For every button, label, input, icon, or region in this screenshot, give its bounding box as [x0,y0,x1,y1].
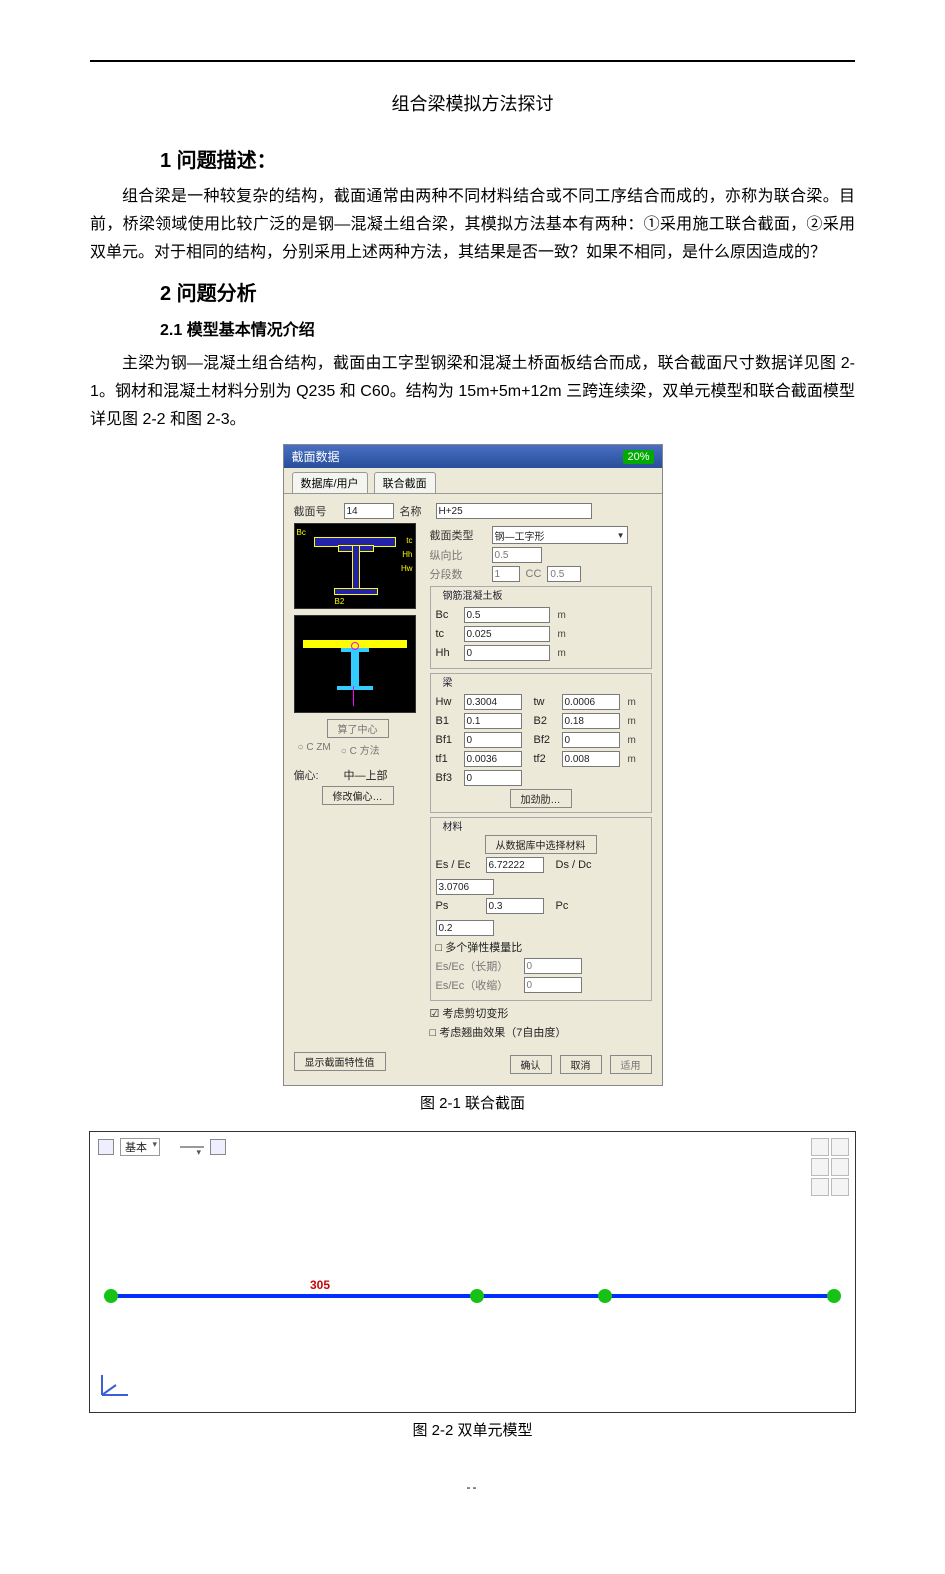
input-section-name[interactable]: H+25 [436,503,592,519]
heading-2-analysis: 2 问题分析 [160,277,945,306]
label-section-id: 截面号 [294,503,338,519]
input-Bc[interactable]: 0.5 [464,607,550,623]
view-cube-cell[interactable] [811,1158,829,1176]
support-node [470,1289,484,1303]
select-section-type-value: 钢—工字形 [495,528,545,543]
input-B2[interactable]: 0.18 [562,713,620,729]
cancel-button[interactable]: 取消 [560,1055,602,1074]
label-section-type: 截面类型 [430,527,486,543]
page-footer-mark: -- [0,1480,945,1494]
layer-dropdown[interactable]: 基本 [120,1138,160,1156]
input-Bf1[interactable]: 0 [464,732,522,748]
input-seg-a[interactable]: 1 [492,566,520,582]
input-tc[interactable]: 0.025 [464,626,550,642]
label-offset: 偏心: [294,767,338,783]
offset-value: 中—上部 [344,767,388,783]
dialog-title-text: 截面数据 [292,448,340,465]
label-cc: CC [526,568,542,580]
show-section-props-button[interactable]: 显示截面特性值 [294,1052,386,1071]
input-Hw[interactable]: 0.3004 [464,694,522,710]
layer-icon[interactable] [98,1139,114,1155]
apply-button[interactable]: 适用 [610,1055,652,1074]
view-cube-cell[interactable] [811,1138,829,1156]
dialog-titlebar: 截面数据 20% [284,445,662,468]
select-section-type[interactable]: 钢—工字形▼ [492,526,628,544]
section-preview-bottom [294,615,416,713]
secondary-dropdown[interactable] [180,1146,204,1148]
heading-2-1-model-intro: 2.1 模型基本情况介绍 [160,316,945,340]
view-cube-cell[interactable] [831,1158,849,1176]
paragraph-model-intro: 主梁为钢—混凝土组合结构，截面由工字型钢梁和混凝土桥面板结合而成，联合截面尺寸数… [90,350,855,434]
doc-title: 组合梁模拟方法探讨 [0,90,945,116]
progress-badge: 20% [623,450,653,464]
input-DsDc[interactable]: 3.0706 [436,879,494,895]
figure-2-1-caption: 图 2-1 联合截面 [0,1092,945,1113]
section-preview-top: Bc tc Hh Hw B2 [294,523,416,609]
input-tw[interactable]: 0.0006 [562,694,620,710]
input-EsEc[interactable]: 6.72222 [486,857,544,873]
support-node [827,1289,841,1303]
support-node [104,1289,118,1303]
ok-button[interactable]: 确认 [510,1055,552,1074]
input-section-id[interactable]: 14 [344,503,394,519]
input-Bf3[interactable]: 0 [464,770,522,786]
input-EsEc-shrink[interactable]: 0 [524,977,582,993]
calc-centroid-button[interactable]: 算了中心 [327,719,389,738]
group-slab: 钢筋混凝土板 Bc0.5m tc0.025m Hh0m [430,586,652,669]
group-material-title: 材料 [440,818,466,833]
view-cube-panel [811,1138,849,1196]
figure-2-1: 截面数据 20% 数据库/用户 联合截面 截面号 14 名称 H+25 [283,444,663,1086]
input-Pc[interactable]: 0.2 [436,920,494,936]
group-material: 材料 从数据库中选择材料 Es / Ec6.72222 Ds / Dc3.070… [430,817,652,1001]
label-EsEc-long: Es/Ec（长期） [436,958,518,974]
page-top-rule [90,60,855,62]
label-section-name: 名称 [400,503,430,519]
dialog-tabs: 数据库/用户 联合截面 [284,468,662,493]
tab-composite-section[interactable]: 联合截面 [374,472,436,493]
label-EsEc-shrink: Es/Ec（收缩） [436,977,518,993]
add-stiffener-button[interactable]: 加劲肋… [510,789,572,808]
check-shear[interactable]: 考虑剪切变形 [430,1005,509,1021]
view-cube-cell[interactable] [811,1178,829,1196]
group-beam-title: 梁 [440,674,456,689]
input-B1[interactable]: 0.1 [464,713,522,729]
input-tf2[interactable]: 0.008 [562,751,620,767]
view-cube-cell[interactable] [831,1178,849,1196]
input-Hh[interactable]: 0 [464,645,550,661]
group-slab-title: 钢筋混凝土板 [440,587,506,602]
support-node [598,1289,612,1303]
figure-2-2: 基本 305 [89,1131,856,1413]
heading-1-problem: 1 问题描述： [160,144,945,173]
input-ratio[interactable]: 0.5 [492,547,542,563]
change-offset-button[interactable]: 修改偏心… [322,786,394,805]
input-Ps[interactable]: 0.3 [486,898,544,914]
viewport-toolbar: 基本 [98,1138,226,1156]
check-multi-E[interactable]: 多个弹性模量比 [436,939,523,955]
input-seg-b[interactable]: 0.5 [547,566,581,582]
label-ratio: 纵向比 [430,547,486,563]
paragraph-problem-desc: 组合梁是一种较复杂的结构，截面通常由两种不同材料结合或不同工序结合而成的，亦称为… [90,183,855,267]
tab-db-user[interactable]: 数据库/用户 [292,472,368,493]
group-beam: 梁 Hw0.3004 tw0.0006m B10.1 B20.18m Bf10 [430,673,652,813]
select-material-button[interactable]: 从数据库中选择材料 [485,835,597,854]
dimension-label: 305 [310,1278,330,1292]
ucs-triad-icon [98,1373,132,1404]
input-tf1[interactable]: 0.0036 [464,751,522,767]
toolbar-icon[interactable] [210,1139,226,1155]
radio-czm[interactable]: C ZM [298,742,331,757]
label-segments: 分段数 [430,566,486,582]
section-dialog: 截面数据 20% 数据库/用户 联合截面 截面号 14 名称 H+25 [283,444,663,1086]
check-warping[interactable]: 考虑翘曲效果（7自由度） [430,1024,567,1040]
view-cube-cell[interactable] [831,1138,849,1156]
input-EsEc-long[interactable]: 0 [524,958,582,974]
figure-2-2-caption: 图 2-2 双单元模型 [0,1419,945,1440]
radio-cfa[interactable]: C 方法 [341,742,380,757]
input-Bf2[interactable]: 0 [562,732,620,748]
